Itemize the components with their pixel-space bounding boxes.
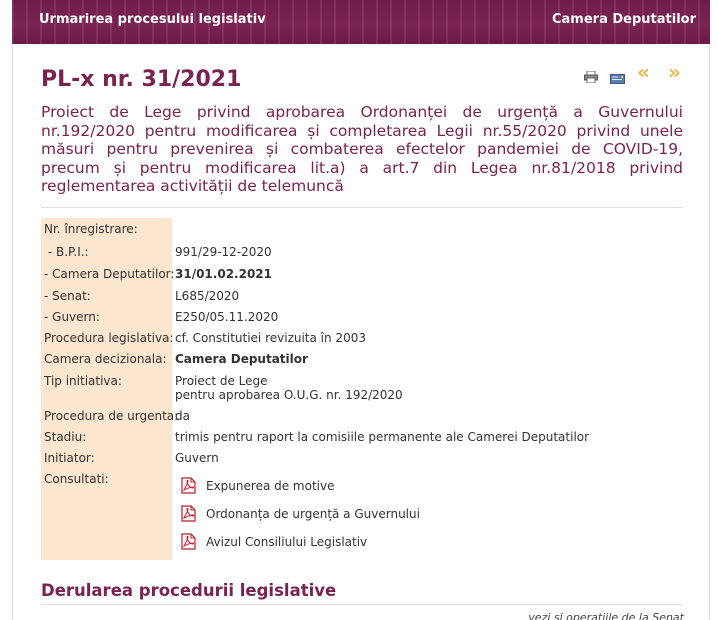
label-procedura-urgenta: Procedura de urgenta: xyxy=(44,409,179,423)
document-label[interactable]: Ordonanța de urgență a Guvernului xyxy=(206,507,420,521)
value-tip-initiativa-line2: pentru aprobarea O.U.G. nr. 192/2020 xyxy=(175,388,403,402)
value-stadiu: trimis pentru raport la comisiile perman… xyxy=(175,430,590,444)
page-title: PL-x nr. 31/2021 xyxy=(41,67,242,92)
label-nr-inregistrare: Nr. înregistrare: xyxy=(44,222,138,236)
pdf-icon xyxy=(180,533,197,550)
label-consultati: Consultati: xyxy=(44,472,109,486)
site-header: Urmarirea procesului legislativ Camera D… xyxy=(12,0,710,44)
header-title-left[interactable]: Urmarirea procesului legislativ xyxy=(39,12,266,27)
value-bpi: 991/29-12-2020 xyxy=(175,245,272,259)
value-senat[interactable]: L685/2020 xyxy=(175,289,239,303)
label-guvern: - Guvern: xyxy=(44,310,100,324)
page-subtitle: Proiect de Lege privind aprobarea Ordona… xyxy=(41,103,683,196)
senat-operations-link[interactable]: vezi și operațiile de la Senat xyxy=(528,611,684,620)
header-title-right[interactable]: Camera Deputatilor xyxy=(552,12,696,27)
label-initiator: Initiator: xyxy=(44,451,95,465)
value-initiator[interactable]: Guvern xyxy=(175,451,219,465)
document-label[interactable]: Avizul Consiliului Legislativ xyxy=(206,535,367,549)
label-camera-deputatilor: - Camera Deputatilor: xyxy=(44,267,175,281)
print-icon[interactable] xyxy=(584,68,598,84)
label-senat: - Senat: xyxy=(44,289,91,303)
value-guvern: E250/05.11.2020 xyxy=(175,310,279,324)
prev-icon[interactable]: « xyxy=(637,60,650,84)
label-bpi: - B.P.I.: xyxy=(44,245,89,259)
document-label[interactable]: Expunerea de motive xyxy=(206,479,334,493)
label-procedura-legislativa: Procedura legislativa: xyxy=(44,331,174,345)
divider xyxy=(41,207,683,208)
mail-icon[interactable] xyxy=(610,69,625,84)
value-procedura-urgenta: da xyxy=(175,409,190,423)
pdf-icon xyxy=(180,505,197,522)
value-tip-initiativa-line1: Proiect de Lege xyxy=(175,374,268,388)
value-camera-decizionala: Camera Deputatilor xyxy=(175,352,308,366)
pdf-icon xyxy=(180,477,197,494)
label-camera-decizionala: Camera decizionala: xyxy=(44,352,167,366)
next-icon[interactable]: » xyxy=(668,60,681,84)
section-title: Derularea procedurii legislative xyxy=(41,581,337,600)
divider xyxy=(41,604,683,605)
value-procedura-legislativa: cf. Constitutiei revizuita în 2003 xyxy=(175,331,366,345)
label-stadiu: Stadiu: xyxy=(44,430,87,444)
label-tip-initiativa: Tip initiativa: xyxy=(44,374,122,388)
value-camera-deputatilor: 31/01.02.2021 xyxy=(175,267,272,281)
